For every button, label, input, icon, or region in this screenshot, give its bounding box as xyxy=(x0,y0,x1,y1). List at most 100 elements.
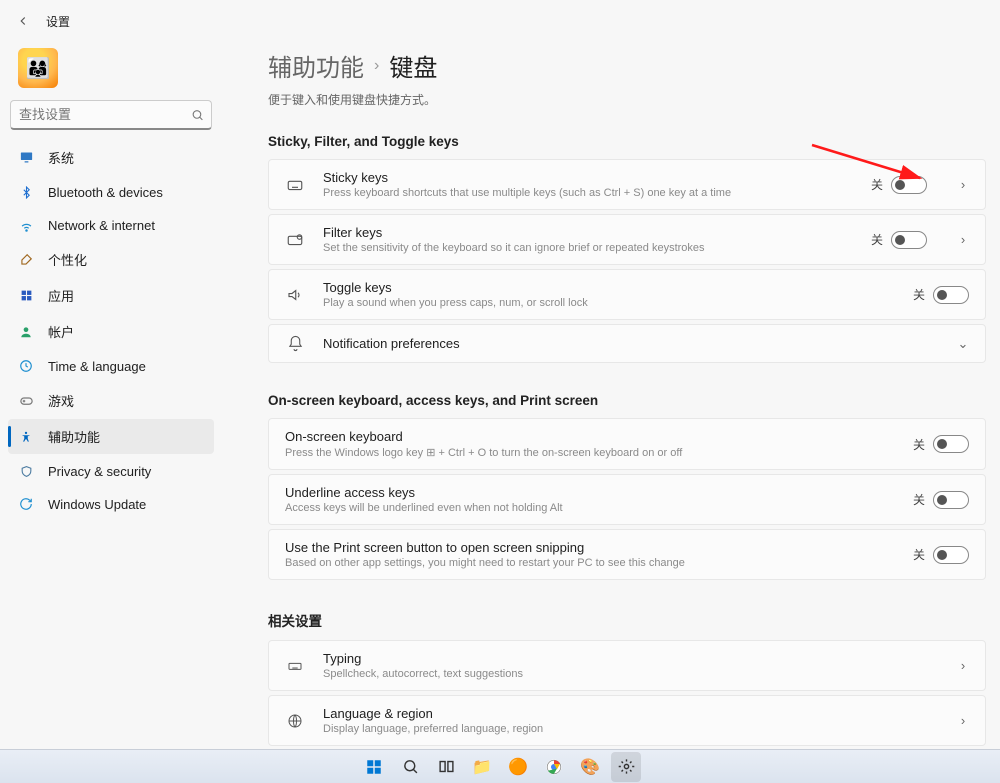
filter-keys-toggle[interactable] xyxy=(891,231,927,249)
avatar[interactable]: 👨‍👩‍👧 xyxy=(18,48,58,88)
sidebar-item-label: 应用 xyxy=(48,286,74,305)
sidebar-item-personalization[interactable]: 个性化 xyxy=(8,242,214,277)
toggle-state: 关 xyxy=(913,491,925,508)
toggle-state: 关 xyxy=(871,231,883,248)
breadcrumb: 辅助功能 › 键盘 xyxy=(268,48,986,83)
taskbar-search-icon[interactable] xyxy=(395,752,425,782)
sidebar-item-label: Bluetooth & devices xyxy=(48,185,163,200)
card-desc: Play a sound when you press caps, num, o… xyxy=(323,297,895,309)
sidebar-item-time-language[interactable]: Time & language xyxy=(8,350,214,382)
sidebar-item-update[interactable]: Windows Update xyxy=(8,488,214,520)
card-onscreen-keyboard[interactable]: On-screen keyboard Press the Windows log… xyxy=(268,418,986,470)
grid-icon xyxy=(18,288,34,304)
card-title: Sticky keys xyxy=(323,170,853,185)
search-wrap xyxy=(10,100,212,130)
sidebar-item-label: 游戏 xyxy=(48,391,74,410)
sidebar-item-privacy[interactable]: Privacy & security xyxy=(8,455,214,487)
content: 辅助功能 › 键盘 便于键入和使用键盘快捷方式。 Sticky, Filter,… xyxy=(220,36,1000,747)
brush-icon xyxy=(18,252,34,268)
update-icon xyxy=(18,496,34,512)
toggle-state: 关 xyxy=(913,436,925,453)
section-title-related: 相关设置 xyxy=(268,610,986,630)
chevron-right-icon[interactable]: › xyxy=(957,713,969,728)
app-icon[interactable]: 🎨 xyxy=(575,752,605,782)
sidebar-item-gaming[interactable]: 游戏 xyxy=(8,383,214,418)
titlebar: 设置 xyxy=(0,0,1000,36)
globe-icon xyxy=(285,713,305,729)
card-toggle-keys[interactable]: Toggle keys Play a sound when you press … xyxy=(268,269,986,320)
sticky-keys-toggle[interactable] xyxy=(891,176,927,194)
sidebar-item-label: 个性化 xyxy=(48,250,87,269)
sidebar-item-accounts[interactable]: 帐户 xyxy=(8,314,214,349)
chevron-down-icon[interactable]: ⌄ xyxy=(957,336,969,352)
sidebar-item-label: 辅助功能 xyxy=(48,427,100,446)
sidebar: 👨‍👩‍👧 系统 Bluetooth & devices Network & i… xyxy=(0,36,220,747)
card-desc: Set the sensitivity of the keyboard so i… xyxy=(323,242,853,254)
card-notification-prefs[interactable]: Notification preferences ⌄ xyxy=(268,324,986,363)
bell-icon xyxy=(285,335,305,352)
start-button[interactable] xyxy=(359,752,389,782)
card-underline-access[interactable]: Underline access keys Access keys will b… xyxy=(268,474,986,525)
card-title: Notification preferences xyxy=(323,336,927,351)
sidebar-item-system[interactable]: 系统 xyxy=(8,140,214,175)
card-filter-keys[interactable]: Filter keys Set the sensitivity of the k… xyxy=(268,214,986,265)
sidebar-item-network[interactable]: Network & internet xyxy=(8,209,214,241)
sidebar-item-label: Network & internet xyxy=(48,218,155,233)
section-title-keys: Sticky, Filter, and Toggle keys xyxy=(268,134,986,149)
breadcrumb-parent[interactable]: 辅助功能 xyxy=(268,48,364,83)
sound-icon xyxy=(285,286,305,304)
card-desc: Access keys will be underlined even when… xyxy=(285,502,895,514)
browser-icon[interactable]: 🟠 xyxy=(503,752,533,782)
card-sticky-keys[interactable]: Sticky keys Press keyboard shortcuts tha… xyxy=(268,159,986,210)
person-icon xyxy=(18,324,34,340)
page-title: 键盘 xyxy=(389,48,437,83)
card-desc: Based on other app settings, you might n… xyxy=(285,557,895,569)
keyboard-icon xyxy=(285,176,305,194)
sidebar-item-bluetooth[interactable]: Bluetooth & devices xyxy=(8,176,214,208)
sidebar-item-label: Windows Update xyxy=(48,497,146,512)
accessibility-icon xyxy=(18,429,34,445)
card-title: Toggle keys xyxy=(323,280,895,295)
card-desc: Spellcheck, autocorrect, text suggestion… xyxy=(323,668,927,680)
toggle-state: 关 xyxy=(871,176,883,193)
toggle-keys-toggle[interactable] xyxy=(933,286,969,304)
keyboard-small-icon xyxy=(285,658,305,674)
wifi-icon xyxy=(18,217,34,233)
card-title: Underline access keys xyxy=(285,485,895,500)
card-typing[interactable]: Typing Spellcheck, autocorrect, text sug… xyxy=(268,640,986,691)
keyboard-filter-icon xyxy=(285,231,305,249)
card-desc: Press keyboard shortcuts that use multip… xyxy=(323,187,853,199)
sidebar-item-label: 帐户 xyxy=(48,322,74,341)
card-desc: Display language, preferred language, re… xyxy=(323,723,927,735)
task-view-icon[interactable] xyxy=(431,752,461,782)
card-title: Use the Print screen button to open scre… xyxy=(285,540,895,555)
sidebar-item-label: 系统 xyxy=(48,148,74,167)
file-explorer-icon[interactable]: 📁 xyxy=(467,752,497,782)
sidebar-item-apps[interactable]: 应用 xyxy=(8,278,214,313)
clock-icon xyxy=(18,358,34,374)
sidebar-item-label: Time & language xyxy=(48,359,146,374)
underline-toggle[interactable] xyxy=(933,491,969,509)
card-title: Language & region xyxy=(323,706,927,721)
osk-toggle[interactable] xyxy=(933,435,969,453)
settings-taskbar-icon[interactable] xyxy=(611,752,641,782)
card-title: Typing xyxy=(323,651,927,666)
monitor-icon xyxy=(18,150,34,166)
toggle-state: 关 xyxy=(913,286,925,303)
chevron-right-icon[interactable]: › xyxy=(957,232,969,247)
chevron-right-icon: › xyxy=(374,57,379,75)
card-language-region[interactable]: Language & region Display language, pref… xyxy=(268,695,986,746)
chevron-right-icon[interactable]: › xyxy=(957,658,969,673)
prtsc-toggle[interactable] xyxy=(933,546,969,564)
back-button[interactable] xyxy=(14,12,32,30)
sidebar-item-label: Privacy & security xyxy=(48,464,151,479)
chevron-right-icon[interactable]: › xyxy=(957,177,969,192)
chrome-icon[interactable] xyxy=(539,752,569,782)
card-print-screen[interactable]: Use the Print screen button to open scre… xyxy=(268,529,986,580)
section-title-onscreen: On-screen keyboard, access keys, and Pri… xyxy=(268,393,986,408)
search-icon xyxy=(191,109,204,122)
sidebar-item-accessibility[interactable]: 辅助功能 xyxy=(8,419,214,454)
taskbar: 📁 🟠 🎨 xyxy=(0,749,1000,783)
search-input[interactable] xyxy=(10,100,212,130)
game-icon xyxy=(18,393,34,409)
